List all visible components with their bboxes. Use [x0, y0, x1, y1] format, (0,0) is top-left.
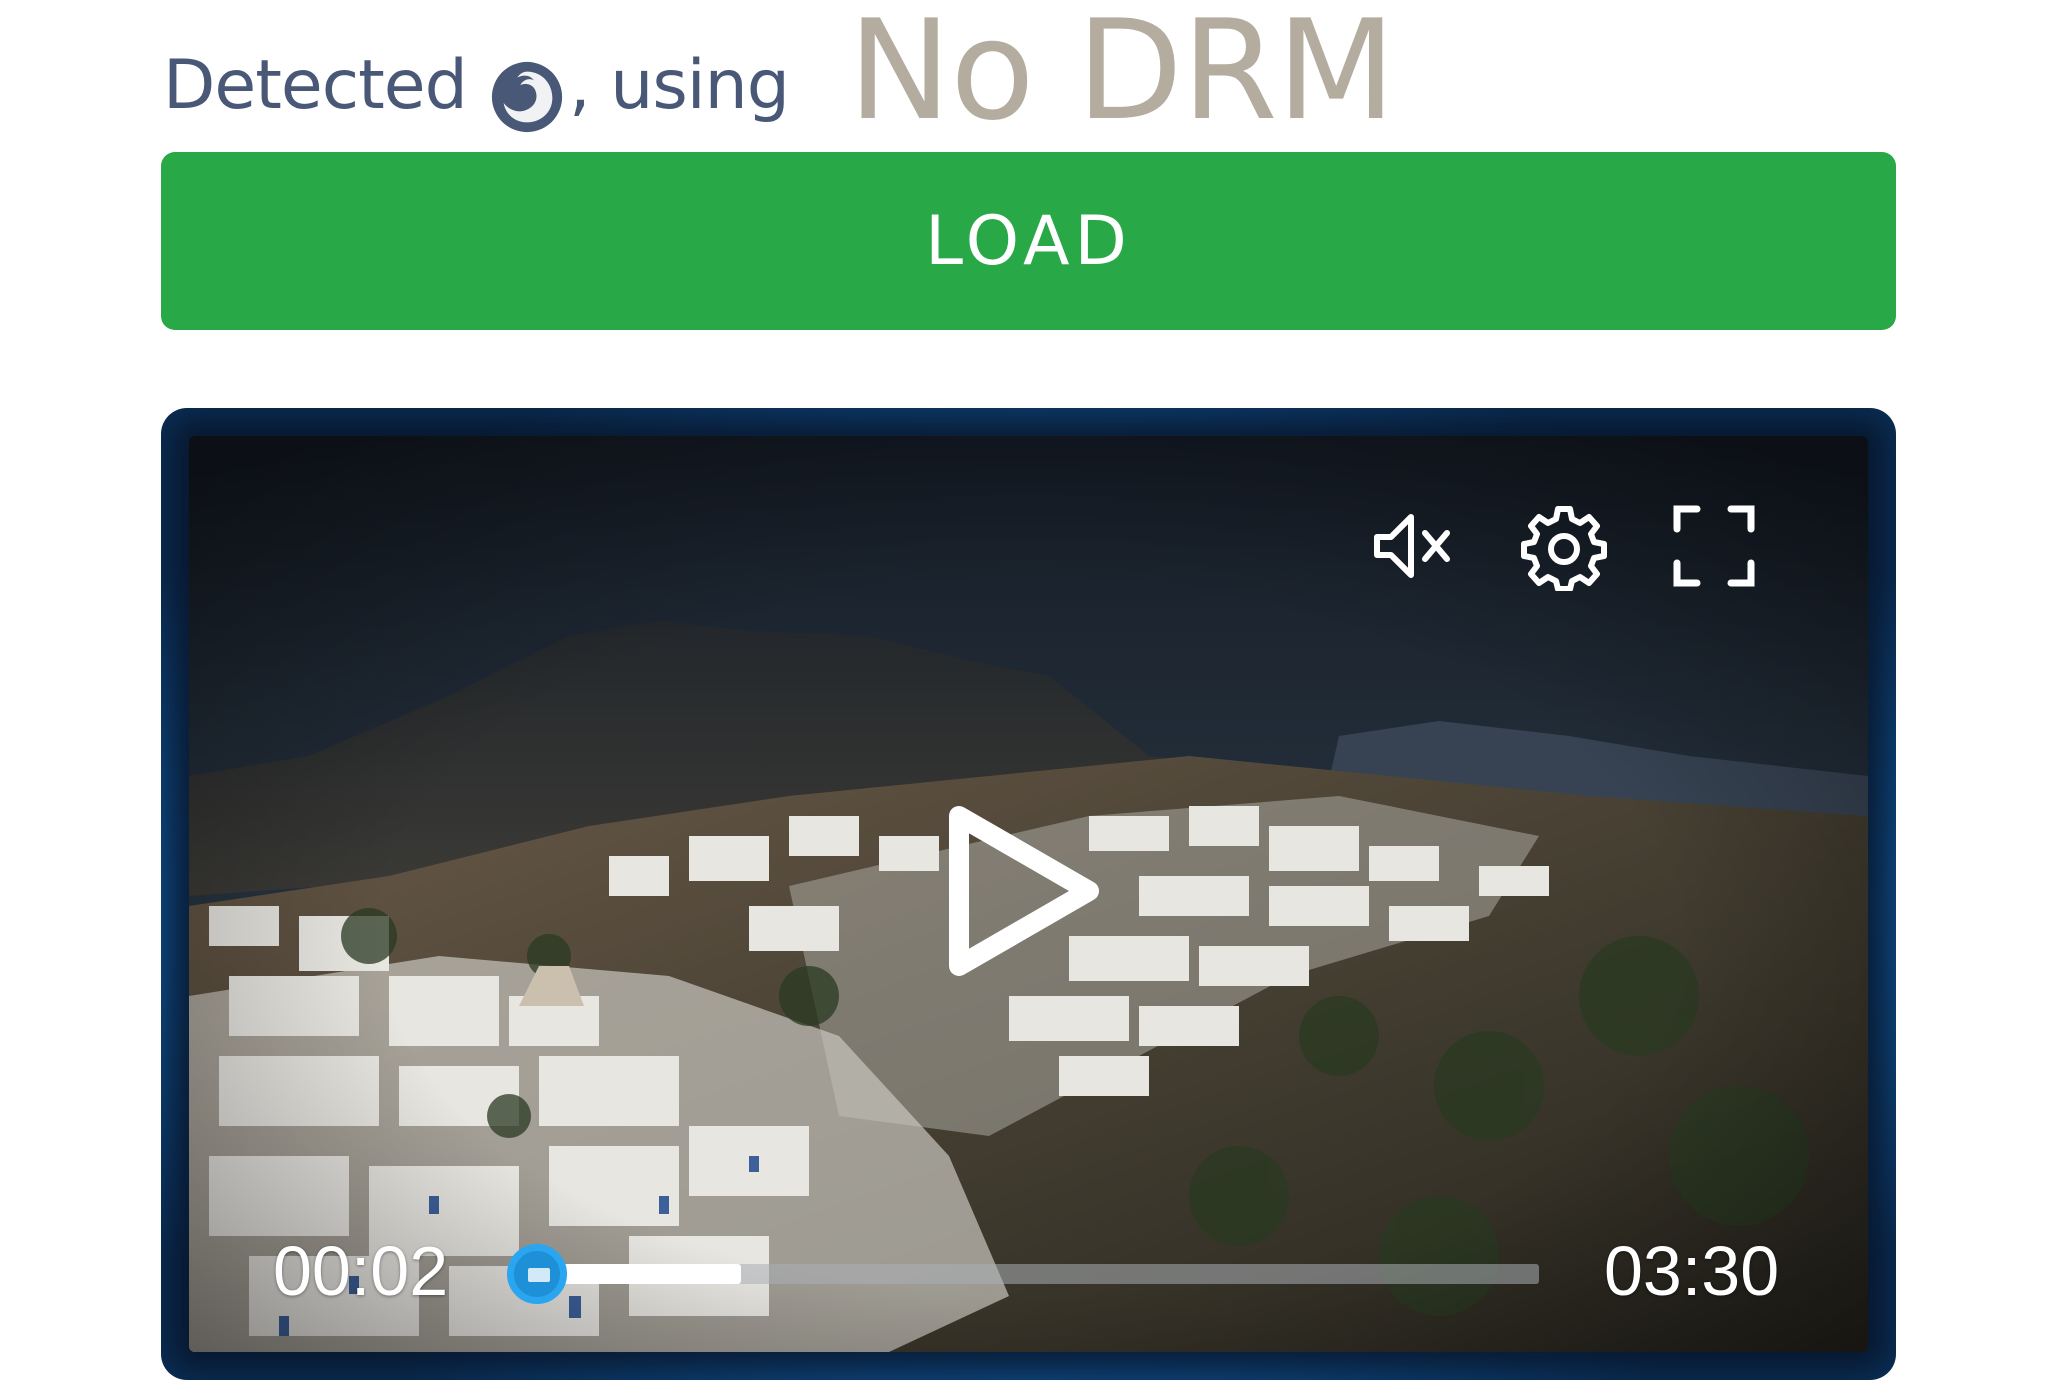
video-frame[interactable]: 00:02 03:30	[189, 436, 1868, 1352]
play-icon	[949, 806, 1099, 976]
drm-test-page: Detected , using No DRM LOAD 00:02 03:30	[0, 0, 2048, 1385]
detected-label: Detected	[163, 46, 468, 125]
video-player: 00:02 03:30	[161, 408, 1896, 1380]
current-time: 00:02	[273, 1232, 449, 1310]
seek-buffered	[554, 1264, 742, 1284]
total-time: 03:30	[1604, 1232, 1780, 1310]
gear-icon[interactable]	[1519, 501, 1609, 592]
seek-bar[interactable]	[554, 1264, 1539, 1284]
drm-status-label: No DRM	[848, 0, 1396, 151]
load-button[interactable]: LOAD	[161, 152, 1896, 330]
using-label: , using	[569, 46, 790, 125]
mute-icon[interactable]	[1369, 501, 1459, 591]
seek-handle[interactable]	[506, 1244, 567, 1304]
browser-detection-row: Detected , using No DRM	[163, 0, 1903, 150]
play-button[interactable]	[939, 801, 1109, 981]
firefox-icon	[488, 58, 566, 136]
fullscreen-icon[interactable]	[1669, 501, 1759, 591]
